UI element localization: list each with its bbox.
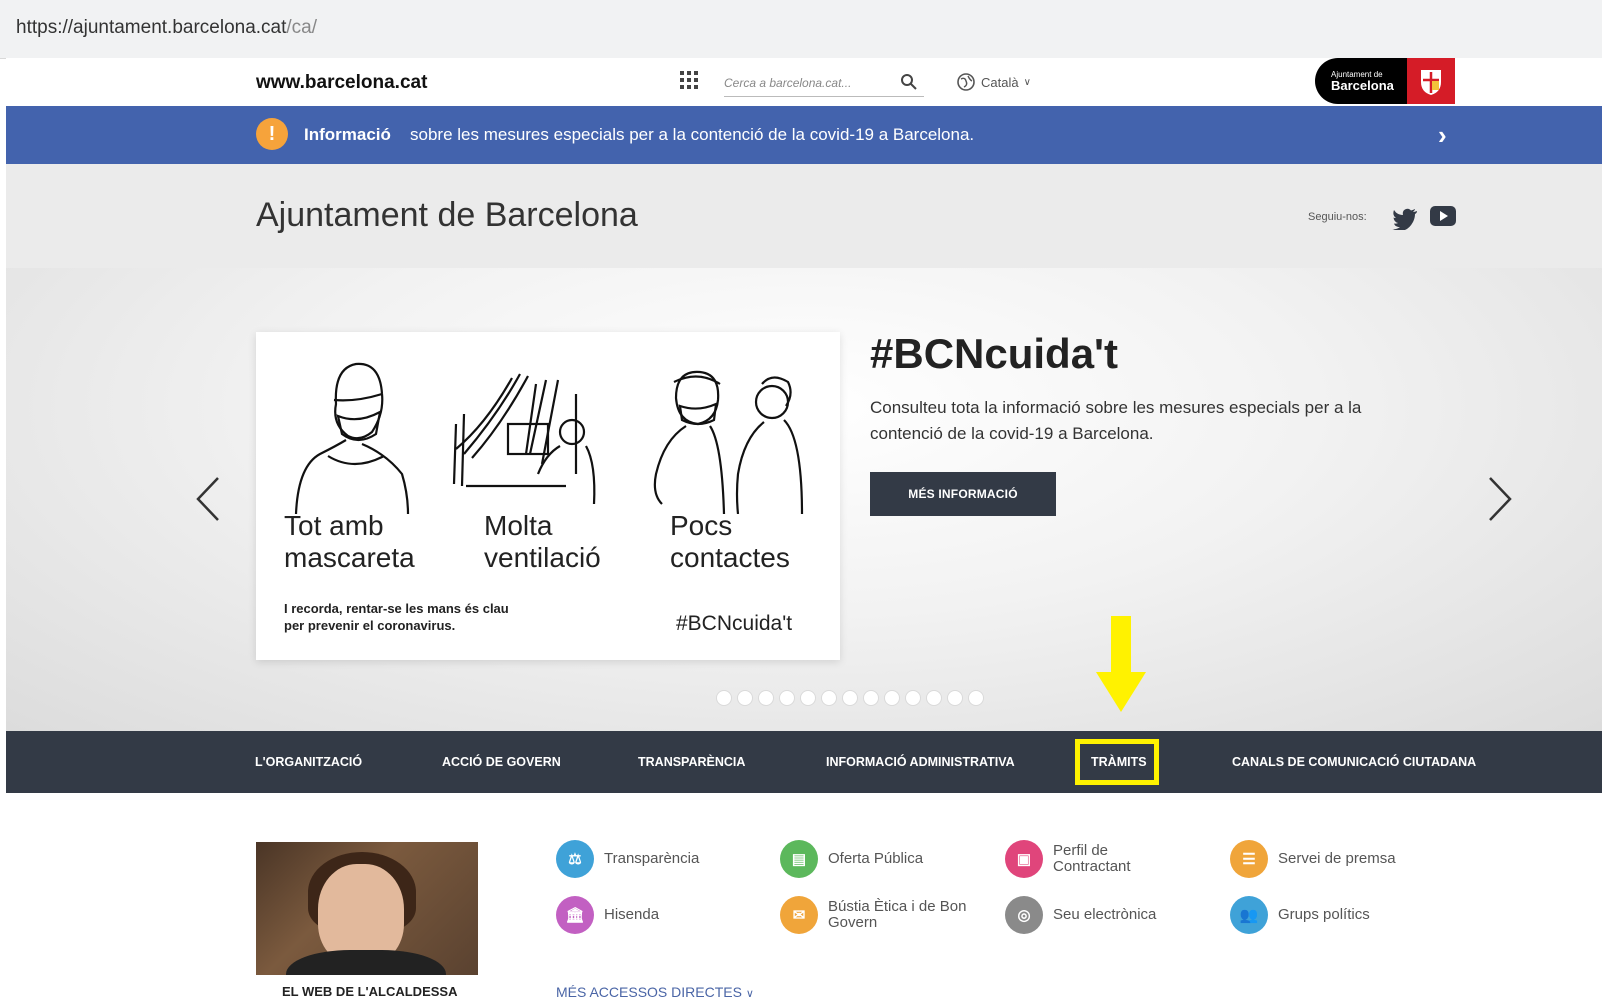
nav-item-canals-comunicacio[interactable]: CANALS DE COMUNICACIÓ CIUTADANA bbox=[1232, 755, 1476, 769]
search-input[interactable] bbox=[724, 72, 894, 94]
transparency-icon: ⚖ bbox=[556, 840, 594, 878]
carousel-prev-icon[interactable] bbox=[194, 474, 222, 524]
chevron-right-icon[interactable]: › bbox=[1438, 120, 1447, 151]
page-title: Ajuntament de Barcelona bbox=[256, 196, 638, 234]
caption-ventilation: Molta ventilació bbox=[484, 510, 601, 573]
access-transparencia[interactable]: ⚖ Transparència bbox=[556, 840, 744, 878]
info-banner[interactable]: ! Informació sobre les mesures especials… bbox=[6, 106, 1602, 164]
ajuntament-logo[interactable]: Ajuntament de Barcelona bbox=[1315, 58, 1455, 104]
access-oferta-publica[interactable]: ▤ Oferta Pública bbox=[780, 840, 968, 878]
carousel-dot[interactable] bbox=[758, 690, 774, 706]
mailbox-icon: ✉ bbox=[780, 896, 818, 934]
access-label: Hisenda bbox=[604, 906, 660, 923]
nav-item-organitzacio[interactable]: L'ORGANITZACIÓ bbox=[255, 755, 362, 769]
carousel-dot[interactable] bbox=[737, 690, 753, 706]
fingerprint-icon: ◎ bbox=[1005, 896, 1043, 934]
site-link[interactable]: www.barcelona.cat bbox=[256, 72, 427, 94]
hero-card[interactable]: Tot amb mascareta Molta ventilació Pocs con… bbox=[256, 332, 840, 660]
access-label: Transparència bbox=[604, 850, 700, 867]
url-text[interactable]: https://ajuntament.barcelona.cat/ca/ bbox=[16, 17, 317, 39]
coat-of-arms-icon bbox=[1407, 58, 1455, 104]
annotation-arrow-icon bbox=[1096, 616, 1146, 712]
search-icon[interactable] bbox=[900, 73, 918, 91]
hero-description: Consulteu tota la informació sobre les m… bbox=[870, 398, 1362, 443]
language-selector[interactable]: Català ∨ bbox=[956, 72, 1031, 92]
access-bustia-etica[interactable]: ✉ Bústia Ètica i de Bon Govern bbox=[780, 896, 968, 934]
people-icon: 👥 bbox=[1230, 896, 1268, 934]
document-icon: ▤ bbox=[780, 840, 818, 878]
access-seu-electronica[interactable]: ◎ Seu electrònica bbox=[1005, 896, 1193, 934]
chevron-down-icon: ∨ bbox=[1023, 76, 1031, 88]
access-label: Perfil de Contractant bbox=[1053, 842, 1131, 875]
nav-item-informacio-administrativa[interactable]: INFORMACIÓ ADMINISTRATIVA bbox=[826, 755, 1015, 769]
carousel-dot[interactable] bbox=[947, 690, 963, 706]
carousel-dot[interactable] bbox=[779, 690, 795, 706]
access-hisenda[interactable]: 🏛 Hisenda bbox=[556, 896, 744, 934]
bank-icon: 🏛 bbox=[556, 896, 594, 934]
more-info-button[interactable]: MÉS INFORMACIÓ bbox=[870, 472, 1056, 516]
access-servei-premsa[interactable]: ☰ Servei de premsa bbox=[1230, 840, 1418, 878]
access-label: Servei de premsa bbox=[1278, 850, 1396, 867]
main-nav: L'ORGANITZACIÓ ACCIÓ DE GOVERN TRANSPARÈ… bbox=[6, 731, 1602, 793]
carousel-dot[interactable] bbox=[842, 690, 858, 706]
carousel-dot[interactable] bbox=[821, 690, 837, 706]
access-label: Grups polítics bbox=[1278, 906, 1370, 923]
mayor-web-link[interactable]: EL WEB DE L'ALCALDESSA bbox=[282, 984, 457, 999]
twitter-icon[interactable] bbox=[1392, 208, 1418, 230]
banner-text: sobre les mesures especials per a la con… bbox=[410, 125, 975, 144]
access-label: Oferta Pública bbox=[828, 850, 924, 867]
youtube-icon[interactable] bbox=[1430, 206, 1456, 226]
press-icon: ☰ bbox=[1230, 840, 1268, 878]
covid-illustration bbox=[294, 362, 804, 514]
access-label: Seu electrònica bbox=[1053, 906, 1157, 923]
mayor-photo[interactable] bbox=[256, 842, 478, 975]
access-grups-politics[interactable]: 👥 Grups polítics bbox=[1230, 896, 1418, 934]
nav-item-transparencia[interactable]: TRANSPARÈNCIA bbox=[638, 755, 745, 769]
card-hashtag: #BCNcuida't bbox=[676, 612, 793, 635]
banner-title: Informació bbox=[304, 125, 391, 144]
caption-mask: Tot amb mascareta bbox=[284, 510, 415, 573]
access-label: Bústia Ètica i de Bon Govern bbox=[828, 898, 967, 931]
carousel-dots bbox=[716, 690, 984, 706]
url-host: https://ajuntament.barcelona.cat bbox=[16, 17, 287, 38]
language-label: Català bbox=[981, 74, 1019, 90]
card-note: I recorda, rentar-se les mans és clau per… bbox=[284, 601, 509, 633]
carousel-next-icon[interactable] bbox=[1486, 474, 1514, 524]
access-perfil-contractant[interactable]: ▣ Perfil de Contractant bbox=[1005, 840, 1153, 878]
carousel-dot[interactable] bbox=[884, 690, 900, 706]
apps-grid-icon[interactable] bbox=[680, 71, 698, 89]
chevron-down-icon: ∨ bbox=[745, 988, 754, 1000]
carousel-dot[interactable] bbox=[716, 690, 732, 706]
annotation-highlight-box bbox=[1075, 739, 1159, 785]
carousel-dot[interactable] bbox=[926, 690, 942, 706]
carousel-dot[interactable] bbox=[905, 690, 921, 706]
globe-icon bbox=[957, 73, 975, 91]
hero-headline: #BCNcuida't bbox=[870, 330, 1119, 377]
carousel-dot[interactable] bbox=[968, 690, 984, 706]
carousel-dot[interactable] bbox=[863, 690, 879, 706]
briefcase-icon: ▣ bbox=[1005, 840, 1043, 878]
caption-contacts: Pocs contactes bbox=[670, 510, 790, 573]
follow-label: Seguiu-nos: bbox=[1308, 211, 1367, 223]
search-box bbox=[724, 72, 924, 97]
url-path: /ca/ bbox=[286, 17, 318, 38]
warning-icon: ! bbox=[256, 118, 288, 150]
browser-url-bar[interactable]: https://ajuntament.barcelona.cat/ca/ bbox=[0, 0, 1602, 59]
carousel-dot[interactable] bbox=[800, 690, 816, 706]
nav-item-accio-de-govern[interactable]: ACCIÓ DE GOVERN bbox=[442, 755, 561, 769]
logo-line2: Barcelona bbox=[1331, 77, 1394, 93]
